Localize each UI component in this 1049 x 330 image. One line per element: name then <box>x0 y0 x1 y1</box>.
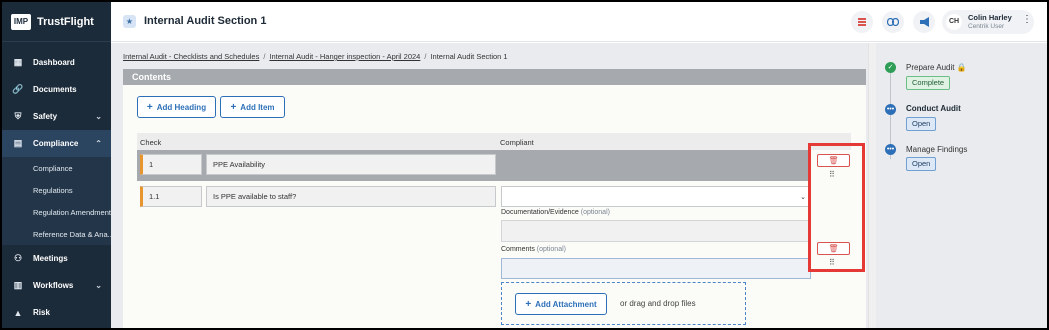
breadcrumb: Internal Audit - Checklists and Schedule… <box>123 52 508 61</box>
ellipsis-icon: ••• <box>885 144 896 155</box>
column-header-compliant: Compliant <box>500 138 534 147</box>
sidebar-item-dashboard[interactable]: ▦ Dashboard <box>2 49 111 76</box>
user-role: Centrik User <box>968 23 1005 30</box>
sidebar-item-safety[interactable]: ⛨ Safety ⌄ <box>2 103 111 130</box>
top-header: ★ Internal Audit Section 1 CH Colin Harl… <box>111 2 1047 42</box>
comments-label-text: Comments <box>501 246 535 253</box>
optional-hint: (optional) <box>536 246 566 253</box>
sidebar-subitem-compliance[interactable]: Compliance <box>2 157 111 179</box>
step-title-prepare-audit: Prepare Audit 🔒 <box>906 63 967 72</box>
heading-text-field[interactable]: PPE Availability <box>206 154 496 175</box>
documentation-input[interactable] <box>501 220 811 242</box>
attachment-dropzone[interactable]: + Add Attachment or drag and drop files <box>501 282 746 325</box>
kebab-menu-icon[interactable]: ⋮ <box>1022 14 1032 25</box>
add-attachment-button[interactable]: + Add Attachment <box>515 293 607 315</box>
user-menu[interactable]: CH Colin Harley Centrik User ⋮ <box>942 10 1034 34</box>
add-heading-button[interactable]: + Add Heading <box>137 96 216 118</box>
add-item-button[interactable]: + Add Item <box>220 96 285 118</box>
sidebar-item-label: Safety <box>33 112 58 121</box>
sidebar-item-label: Documents <box>33 85 77 94</box>
app-window: IMP TrustFlight ▦ Dashboard 🔗 Documents … <box>2 2 1047 328</box>
ellipsis-icon: ••• <box>885 104 896 115</box>
meetings-icon: ⚇ <box>13 253 23 263</box>
workflow-steps-panel: ✓ Prepare Audit 🔒 Complete ••• Conduct A… <box>876 43 1047 328</box>
avatar: CH <box>946 14 962 30</box>
dashboard-icon: ▦ <box>13 57 23 67</box>
risk-icon: ▲ <box>13 307 23 318</box>
add-item-label: Add Item <box>240 102 275 112</box>
breadcrumb-separator: / <box>424 52 427 61</box>
chevron-down-icon: ⌄ <box>800 194 806 201</box>
contents-header: Contents <box>123 69 866 85</box>
chevron-up-icon: ⌃ <box>95 139 102 148</box>
comments-input[interactable] <box>501 258 811 279</box>
brand-name: TrustFlight <box>37 15 94 28</box>
sidebar-item-label: Dashboard <box>33 58 75 67</box>
step-title-conduct-audit: Conduct Audit <box>906 104 961 113</box>
column-header-check: Check <box>140 138 162 147</box>
brand[interactable]: IMP TrustFlight <box>2 2 111 42</box>
sidebar-item-label: Meetings <box>33 254 68 263</box>
item-number-field[interactable]: 1.1 <box>140 186 202 207</box>
add-heading-label: Add Heading <box>156 102 207 112</box>
chevron-down-icon: ⌄ <box>95 281 102 290</box>
breadcrumb-link-hanger-inspection[interactable]: Internal Audit - Hanger inspection - Apr… <box>269 52 420 61</box>
sidebar-item-label: Compliance <box>33 139 79 148</box>
checklist-icon: ★ <box>123 15 136 28</box>
optional-hint: (optional) <box>580 209 610 216</box>
sidebar-subitem-reference-data[interactable]: Reference Data & Ana... <box>2 223 111 245</box>
drop-text: or drag and drop files <box>620 299 696 308</box>
step-status-open[interactable]: Open <box>906 157 937 171</box>
check-icon: ✓ <box>885 62 896 73</box>
add-attachment-label: Add Attachment <box>535 299 597 309</box>
sidebar: IMP TrustFlight ▦ Dashboard 🔗 Documents … <box>2 2 111 328</box>
documentation-label-text: Documentation/Evidence <box>501 209 579 216</box>
stack-icon[interactable] <box>851 11 873 33</box>
sidebar-item-meetings[interactable]: ⚇ Meetings <box>2 245 111 272</box>
compliant-select[interactable]: ⌄ <box>501 186 811 207</box>
sidebar-subitem-regulation-amendments[interactable]: Regulation Amendments <box>2 201 111 223</box>
sidebar-nav: ▦ Dashboard 🔗 Documents ⛨ Safety ⌄ ▤ Com… <box>2 49 111 326</box>
table-header: Check Compliant <box>137 133 851 150</box>
sidebar-item-compliance[interactable]: ▤ Compliance ⌃ <box>2 130 111 157</box>
plus-icon: + <box>230 101 237 113</box>
brand-logo: IMP <box>11 13 31 30</box>
megaphone-icon[interactable] <box>913 11 935 33</box>
shield-icon: ⛨ <box>14 111 22 121</box>
user-name: Colin Harley <box>968 13 1012 22</box>
sidebar-subitem-regulations[interactable]: Regulations <box>2 179 111 201</box>
sidebar-item-risk[interactable]: ▲ Risk <box>2 299 111 326</box>
item-question-field[interactable]: Is PPE available to staff? <box>206 186 496 207</box>
compliance-icon: ▤ <box>13 138 23 148</box>
step-status-open[interactable]: Open <box>906 117 937 131</box>
sidebar-item-label: Risk <box>33 308 50 317</box>
sidebar-item-workflows[interactable]: ▥ Workflows ⌄ <box>2 272 111 299</box>
step-status-complete[interactable]: Complete <box>906 76 951 90</box>
scrollbar[interactable] <box>868 43 876 328</box>
annotation-highlight-box <box>808 143 865 272</box>
workflows-icon: ▥ <box>13 280 23 290</box>
breadcrumb-link-checklists[interactable]: Internal Audit - Checklists and Schedule… <box>123 52 259 61</box>
lock-icon: 🔒 <box>956 63 967 72</box>
heading-number-field[interactable]: 1 <box>140 154 202 175</box>
sidebar-item-label: Workflows <box>33 281 74 290</box>
step-title-manage-findings: Manage Findings <box>906 145 968 154</box>
chevron-down-icon: ⌄ <box>95 112 102 121</box>
step-title-text: Prepare Audit <box>906 63 955 72</box>
paperclip-icon: 🔗 <box>12 84 24 94</box>
breadcrumb-current: Internal Audit Section 1 <box>430 52 508 61</box>
plus-icon: + <box>146 101 153 113</box>
page-title: Internal Audit Section 1 <box>144 15 267 27</box>
breadcrumb-separator: / <box>263 52 266 61</box>
sidebar-item-documents[interactable]: 🔗 Documents <box>2 76 111 103</box>
plus-icon: + <box>525 298 532 310</box>
link-icon[interactable] <box>882 11 904 33</box>
comments-label: Comments (optional) <box>501 246 566 253</box>
documentation-label: Documentation/Evidence (optional) <box>501 209 610 216</box>
